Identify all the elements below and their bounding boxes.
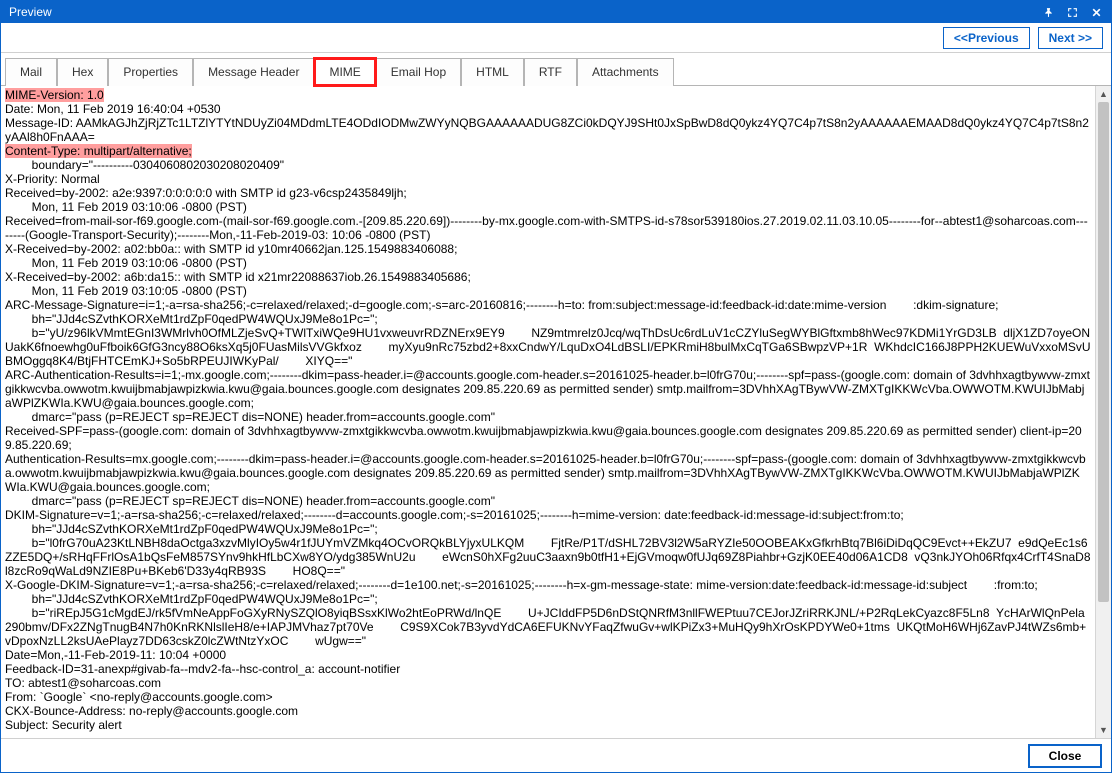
titlebar: Preview [1, 1, 1111, 23]
tab-properties[interactable]: Properties [108, 58, 193, 86]
maximize-icon[interactable] [1063, 3, 1081, 21]
scroll-thumb[interactable] [1098, 102, 1109, 602]
scroll-up-icon[interactable]: ▲ [1096, 86, 1111, 102]
tab-hex[interactable]: Hex [57, 58, 108, 86]
highlight-content-type-multipart: Content-Type: multipart/alternative; [5, 144, 192, 158]
tab-message-header[interactable]: Message Header [193, 58, 314, 86]
scroll-down-icon[interactable]: ▼ [1096, 722, 1111, 738]
preview-window: Preview <<Previous Next >> MailHexProper… [0, 0, 1112, 773]
mime-text: MIME-Version: 1.0 Date: Mon, 11 Feb 2019… [1, 86, 1095, 738]
footer: Close [1, 738, 1111, 772]
tab-rtf[interactable]: RTF [524, 58, 577, 86]
previous-button[interactable]: <<Previous [943, 27, 1030, 49]
content-area: MIME-Version: 1.0 Date: Mon, 11 Feb 2019… [1, 86, 1111, 738]
tab-mail[interactable]: Mail [5, 58, 57, 86]
window-title: Preview [9, 5, 1039, 19]
tab-html[interactable]: HTML [461, 58, 524, 86]
tab-attachments[interactable]: Attachments [577, 58, 674, 86]
nav-toolbar: <<Previous Next >> [1, 23, 1111, 53]
close-button[interactable]: Close [1029, 745, 1101, 767]
tabstrip: MailHexPropertiesMessage HeaderMIMEEmail… [1, 57, 1111, 86]
tab-mime[interactable]: MIME [314, 58, 375, 86]
titlebar-buttons [1039, 3, 1105, 21]
vertical-scrollbar[interactable]: ▲ ▼ [1095, 86, 1111, 738]
close-icon[interactable] [1087, 3, 1105, 21]
next-button[interactable]: Next >> [1038, 27, 1103, 49]
highlight-mime-version: MIME-Version: 1.0 [5, 88, 104, 102]
tab-email-hop[interactable]: Email Hop [376, 58, 461, 86]
pin-icon[interactable] [1039, 3, 1057, 21]
